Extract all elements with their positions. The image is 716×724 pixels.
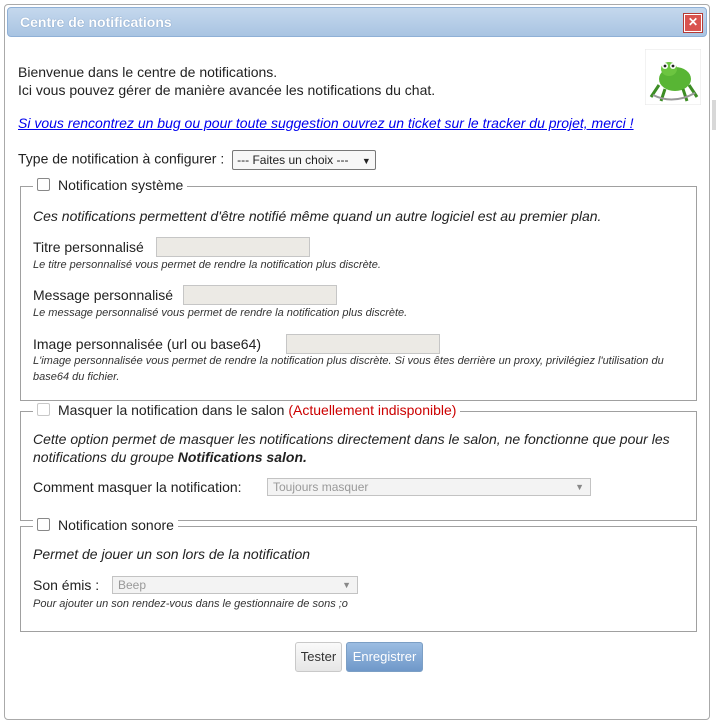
hide-notification-description: Cette option permet de masquer les notif… xyxy=(33,430,683,466)
system-notification-description: Ces notifications permettent d'être noti… xyxy=(33,208,602,224)
close-button[interactable]: ✕ xyxy=(684,14,702,32)
notification-type-select[interactable]: --- Faites un choix --- ▼ xyxy=(232,150,376,170)
dropdown-arrow-icon: ▼ xyxy=(575,482,584,492)
system-notification-legend: Notification système xyxy=(33,177,188,193)
system-notification-checkbox[interactable] xyxy=(37,178,50,191)
hide-notification-fieldset: Masquer la notification dans le salon (A… xyxy=(20,402,697,521)
sound-hint: Pour ajouter un son rendez-vous dans le … xyxy=(33,598,348,610)
close-icon: ✕ xyxy=(687,15,699,29)
sound-label: Son émis : xyxy=(33,577,100,593)
dropdown-arrow-icon: ▼ xyxy=(361,156,371,166)
save-button[interactable]: Enregistrer xyxy=(346,642,423,672)
intro-text: Bienvenue dans le centre de notification… xyxy=(18,63,435,99)
notification-type-row: Type de notification à configurer : --- … xyxy=(18,150,376,170)
hide-mode-label: Comment masquer la notification: xyxy=(33,479,242,495)
custom-image-hint: L'image personnalisée vous permet de ren… xyxy=(33,355,664,383)
system-notification-fieldset: Notification système Ces notifications p… xyxy=(20,177,697,401)
custom-image-label: Image personnalisée (url ou base64) xyxy=(33,336,262,352)
custom-title-label: Titre personnalisé xyxy=(33,239,144,255)
custom-message-hint: Le message personnalisé vous permet de r… xyxy=(33,307,408,319)
hide-notification-description-text: Cette option permet de masquer les notif… xyxy=(33,431,670,465)
hide-mode-value: Toujours masquer xyxy=(273,480,369,494)
hide-mode-select[interactable]: Toujours masquer ▼ xyxy=(267,478,591,496)
notification-center-dialog: Centre de notifications ✕ Bienvenue dans… xyxy=(4,4,710,720)
notification-type-label: Type de notification à configurer : xyxy=(18,150,225,167)
system-notification-legend-label: Notification système xyxy=(58,177,184,193)
hide-notification-group-name: Notifications salon. xyxy=(177,449,307,465)
notification-type-value: --- Faites un choix --- xyxy=(237,153,349,167)
sound-notification-fieldset: Notification sonore Permet de jouer un s… xyxy=(20,517,697,632)
bug-tracker-link[interactable]: Si vous rencontrez un bug ou pour toute … xyxy=(18,115,634,131)
page-backdrop xyxy=(712,100,716,130)
intro-line-2: Ici vous pouvez gérer de manière avancée… xyxy=(18,82,436,98)
dialog-titlebar[interactable]: Centre de notifications ✕ xyxy=(7,7,707,37)
unavailable-notice: (Actuellement indisponible) xyxy=(288,402,457,418)
dropdown-arrow-icon: ▼ xyxy=(342,580,351,590)
hide-notification-legend-label: Masquer la notification dans le salon xyxy=(58,402,285,418)
custom-message-label: Message personnalisé xyxy=(33,287,174,303)
test-button[interactable]: Tester xyxy=(295,642,342,672)
custom-title-input[interactable] xyxy=(156,237,310,257)
intro-line-1: Bienvenue dans le centre de notification… xyxy=(18,64,278,80)
custom-image-input[interactable] xyxy=(286,334,440,354)
sound-notification-description: Permet de jouer un son lors de la notifi… xyxy=(33,546,311,562)
custom-title-hint: Le titre personnalisé vous permet de ren… xyxy=(33,259,381,271)
hide-notification-legend: Masquer la notification dans le salon (A… xyxy=(33,402,461,418)
frog-mascot-icon xyxy=(645,49,701,105)
dialog-title: Centre de notifications xyxy=(20,14,172,30)
sound-select[interactable]: Beep ▼ xyxy=(112,576,358,594)
sound-notification-legend: Notification sonore xyxy=(33,517,178,533)
sound-notification-checkbox[interactable] xyxy=(37,518,50,531)
sound-value: Beep xyxy=(118,578,147,592)
custom-message-input[interactable] xyxy=(183,285,337,305)
hide-notification-checkbox[interactable] xyxy=(37,403,50,416)
sound-notification-legend-label: Notification sonore xyxy=(58,517,174,533)
